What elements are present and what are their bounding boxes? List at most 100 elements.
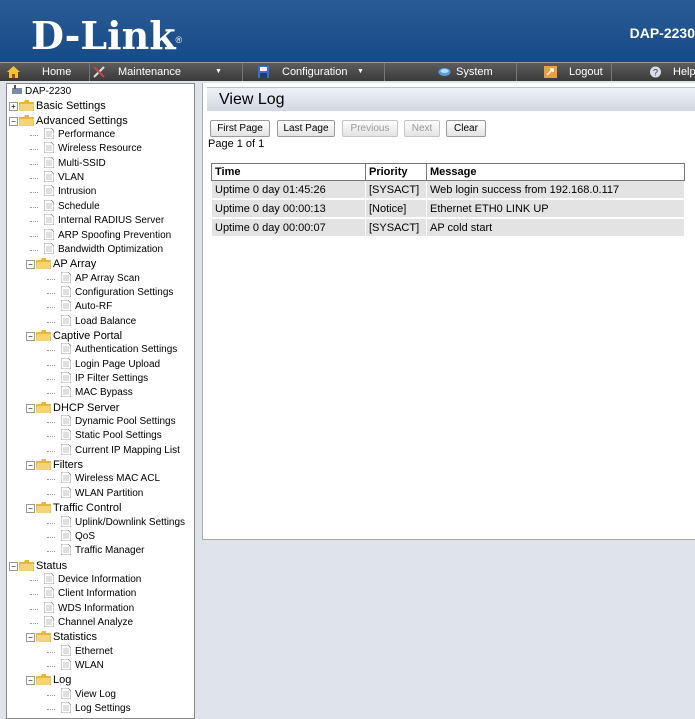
tree-item-captive-portal[interactable]: Captive Portal: [36, 329, 122, 343]
tree-item-label: MAC Bypass: [75, 387, 133, 399]
tree-item-advanced-settings[interactable]: Advanced Settings: [19, 114, 128, 128]
menu-maintenance[interactable]: Maintenance ▼: [90, 63, 243, 81]
table-row: Uptime 0 day 01:45:26 [SYSACT] Web login…: [211, 180, 685, 200]
tree-item-log[interactable]: Log: [36, 673, 71, 687]
tree-item-basic-settings[interactable]: Basic Settings: [19, 99, 106, 113]
collapse-icon[interactable]: −: [26, 633, 35, 643]
tree-item-ip-filter-settings[interactable]: IP Filter Settings: [60, 371, 148, 386]
tree-item-device-information[interactable]: Device Information: [43, 572, 141, 587]
tree-item-statistics[interactable]: Statistics: [36, 630, 97, 644]
clear-button[interactable]: Clear: [446, 120, 486, 137]
tree-item-dynamic-pool-settings[interactable]: Dynamic Pool Settings: [60, 414, 176, 429]
tree-item-mac-bypass[interactable]: MAC Bypass: [60, 385, 133, 400]
next-button[interactable]: Next: [404, 120, 440, 137]
tree-item-auto-rf[interactable]: Auto-RF: [60, 299, 113, 314]
tree-item-channel-analyze[interactable]: Channel Analyze: [43, 615, 133, 630]
tree-connector: [47, 350, 55, 352]
tree-item-label: Schedule: [58, 200, 100, 212]
tree-item-label: Traffic Manager: [75, 545, 145, 557]
tree-item-intrusion[interactable]: Intrusion: [43, 185, 96, 199]
tree-item-performance[interactable]: Performance: [43, 127, 115, 142]
collapse-icon[interactable]: −: [9, 116, 18, 126]
document-icon: [60, 543, 72, 556]
tree-root-dap-2230[interactable]: DAP-2230: [11, 85, 71, 99]
tree-item-ap-array-scan[interactable]: AP Array Scan: [60, 271, 140, 286]
tree-item-label: Wireless MAC ACL: [75, 473, 161, 485]
tree-item-wireless-mac-acl[interactable]: Wireless MAC ACL: [60, 472, 161, 486]
menu-system[interactable]: System: [384, 63, 517, 81]
menu-configuration[interactable]: Configuration ▼: [242, 63, 385, 81]
document-icon: [43, 141, 55, 154]
menu-logout[interactable]: Logout: [516, 63, 612, 81]
tree-item-label: Uplink/Downlink Settings: [75, 516, 186, 528]
tree-item-label: Statistics: [53, 631, 98, 644]
cell-message: Ethernet ETH0 LINK UP: [426, 198, 685, 219]
cell-priority: [SYSACT]: [365, 217, 427, 238]
collapse-icon[interactable]: −: [26, 260, 35, 270]
table-header-row: Time Priority Message: [211, 163, 685, 181]
tree-item-traffic-control[interactable]: Traffic Control: [36, 501, 121, 515]
tree-item-wlan-partition[interactable]: WLAN Partition: [60, 486, 143, 501]
tree-connector: [47, 651, 55, 653]
first-page-button[interactable]: First Page: [210, 120, 270, 137]
tree-item-wireless-resource[interactable]: Wireless Resource: [43, 141, 142, 156]
tree-item-internal-radius-server[interactable]: Internal RADIUS Server: [43, 213, 164, 228]
cell-priority: [Notice]: [365, 198, 427, 219]
top-menu-bar: Home Maintenance ▼ Configuration ▼ Syste…: [0, 62, 695, 81]
table-row: Uptime 0 day 00:00:13 [Notice] Ethernet …: [211, 198, 685, 219]
tree-item-multi-ssid[interactable]: Multi-SSID: [43, 156, 106, 171]
tree-item-filters[interactable]: Filters: [36, 458, 83, 472]
tree-item-log-settings[interactable]: Log Settings: [60, 701, 131, 716]
tree-item-load-balance[interactable]: Load Balance: [60, 314, 136, 329]
tree-connector: [47, 393, 55, 395]
collapse-icon[interactable]: −: [9, 561, 18, 571]
tree-item-login-page-upload[interactable]: Login Page Upload: [60, 357, 160, 372]
tree-item-traffic-manager[interactable]: Traffic Manager: [60, 543, 145, 558]
tree-item-label: Auto-RF: [75, 301, 113, 313]
tree-item-label: AP Array: [53, 258, 97, 271]
document-icon: [43, 586, 55, 599]
tree-connector: [47, 450, 55, 452]
tree-connector: [47, 364, 55, 366]
tree-item-wds-information[interactable]: WDS Information: [43, 601, 134, 616]
menu-help-label: Help: [673, 66, 695, 78]
document-icon: [60, 357, 72, 370]
tree-item-schedule[interactable]: Schedule: [43, 199, 100, 214]
menu-help[interactable]: ? Help: [611, 63, 695, 81]
document-icon: [60, 385, 72, 398]
tree-item-bandwidth-optimization[interactable]: Bandwidth Optimization: [43, 242, 163, 257]
tree-item-wlan[interactable]: WLAN: [60, 658, 104, 673]
page-title: View Log: [219, 91, 285, 108]
tree-item-current-ip-mapping-list[interactable]: Current IP Mapping List: [60, 443, 180, 458]
folder-icon: [36, 329, 51, 341]
tree-item-label: View Log: [75, 688, 116, 700]
tree-item-qos[interactable]: QoS: [60, 529, 95, 544]
tree-item-client-information[interactable]: Client Information: [43, 586, 136, 601]
tree-item-arp-spoofing-prevention[interactable]: ARP Spoofing Prevention: [43, 228, 171, 243]
expand-icon[interactable]: +: [9, 102, 18, 112]
tree-item-dhcp-server[interactable]: DHCP Server: [36, 401, 119, 415]
collapse-icon[interactable]: −: [26, 461, 35, 471]
tree-item-status[interactable]: Status: [19, 559, 67, 573]
folder-icon: [36, 502, 51, 514]
device-icon: [11, 85, 23, 96]
tree-item-static-pool-settings[interactable]: Static Pool Settings: [60, 428, 162, 443]
tree-item-uplink-downlink-settings[interactable]: Uplink/Downlink Settings: [60, 515, 186, 530]
last-page-button[interactable]: Last Page: [277, 120, 335, 137]
tree-item-ethernet[interactable]: Ethernet: [60, 644, 113, 659]
tree-item-label: WLAN: [75, 660, 104, 671]
home-icon: [7, 66, 20, 78]
tree-item-configuration-settings[interactable]: Configuration Settings: [60, 285, 173, 300]
tree-item-ap-array[interactable]: AP Array: [36, 257, 96, 271]
previous-button[interactable]: Previous: [342, 120, 398, 137]
collapse-icon[interactable]: −: [26, 331, 35, 341]
column-header-message: Message: [426, 163, 685, 181]
tree-item-authentication-settings[interactable]: Authentication Settings: [60, 342, 177, 357]
collapse-icon[interactable]: −: [26, 676, 35, 686]
collapse-icon[interactable]: −: [26, 403, 35, 413]
tree-item-view-log[interactable]: View Log: [60, 687, 116, 702]
tree-item-vlan[interactable]: VLAN: [43, 170, 84, 185]
menu-home[interactable]: Home: [0, 63, 90, 81]
document-icon: [60, 443, 72, 456]
collapse-icon[interactable]: −: [26, 504, 35, 514]
